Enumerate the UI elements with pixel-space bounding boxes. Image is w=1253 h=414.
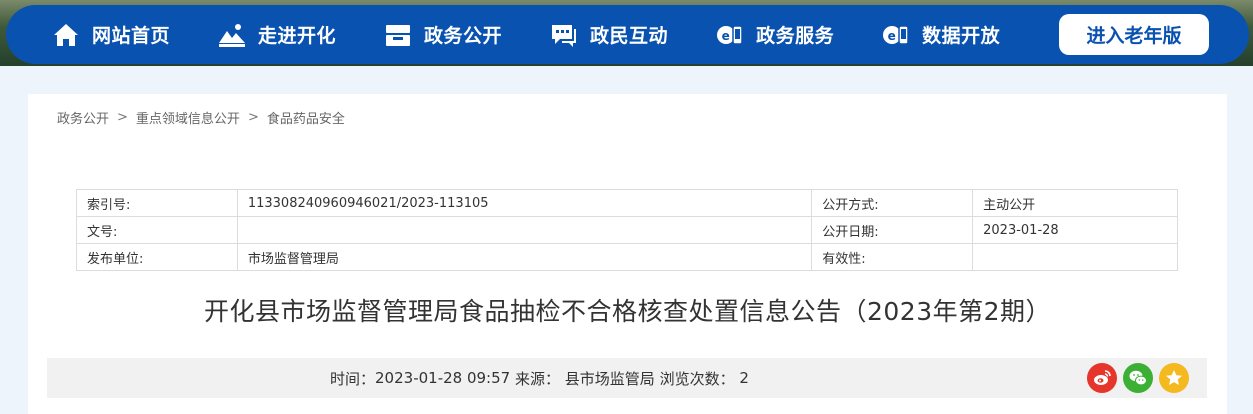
article-info: 时间： 2023-01-28 09:57 来源： 县市场监管局 浏览次数： 2	[330, 358, 749, 398]
meta-key: 公开日期:	[811, 216, 974, 244]
source-label: 来源：	[514, 369, 560, 388]
landscape-icon	[218, 21, 246, 49]
table-row: 发布单位: 市场监督管理局 有效性:	[76, 243, 1178, 271]
meta-value	[972, 243, 1178, 271]
meta-key: 有效性:	[811, 243, 974, 271]
svg-text:e: e	[888, 29, 897, 43]
elder-mode-button[interactable]: 进入老年版	[1059, 14, 1209, 55]
meta-value: 主动公开	[972, 189, 1178, 217]
table-row: 索引号: 113308240960946021/2023-113105 公开方式…	[76, 189, 1178, 217]
content-card: 政务公开 > 重点领域信息公开 > 食品药品安全 索引号: 1133082409…	[28, 94, 1227, 414]
nav-service-label: 政务服务	[756, 25, 835, 47]
favorite-button[interactable]	[1159, 363, 1189, 393]
breadcrumb: 政务公开 > 重点领域信息公开 > 食品药品安全	[57, 108, 345, 127]
meta-value	[236, 216, 813, 244]
source-value: 县市场监管局	[564, 369, 655, 388]
nav-public[interactable]: 政务公开	[384, 5, 502, 64]
share-wechat-button[interactable]	[1123, 363, 1153, 393]
home-icon	[52, 21, 80, 49]
meta-value: 市场监督管理局	[236, 243, 813, 271]
meta-key: 公开方式:	[811, 189, 974, 217]
inbox-icon	[384, 21, 412, 49]
weibo-icon	[1092, 368, 1112, 388]
meta-key: 文号:	[76, 216, 238, 244]
svg-text:e: e	[722, 29, 731, 43]
nav-interaction[interactable]: 政民互动	[550, 5, 668, 64]
metadata-table: 索引号: 113308240960946021/2023-113105 公开方式…	[76, 189, 1178, 271]
nav-home[interactable]: 网站首页	[52, 5, 170, 64]
breadcrumb-separator: >	[247, 110, 259, 125]
nav-data-label: 数据开放	[922, 25, 1001, 47]
nav-interaction-label: 政民互动	[590, 25, 669, 47]
views-value: 2	[739, 369, 749, 387]
views-label: 浏览次数：	[659, 369, 735, 388]
meta-key: 索引号:	[76, 189, 238, 217]
meta-value: 2023-01-28	[972, 216, 1178, 244]
breadcrumb-item-public[interactable]: 政务公开	[57, 108, 109, 127]
share-weibo-button[interactable]	[1087, 363, 1117, 393]
time-label: 时间：	[330, 369, 376, 388]
breadcrumb-item-key-areas[interactable]: 重点领域信息公开	[136, 108, 240, 127]
table-row: 文号: 公开日期: 2023-01-28	[76, 216, 1178, 244]
breadcrumb-item-food-drug[interactable]: 食品药品安全	[267, 108, 345, 127]
data-icon: e	[882, 21, 910, 49]
service-icon: e	[716, 21, 744, 49]
wechat-icon	[1128, 368, 1148, 388]
time-value: 2023-01-28 09:57	[375, 369, 511, 387]
meta-key: 发布单位:	[76, 243, 238, 271]
nav-data[interactable]: e 数据开放	[882, 5, 1000, 64]
nav-about[interactable]: 走进开化	[218, 5, 336, 64]
main-nav: 网站首页 走进开化 政务公开 政民互动 e 政务服务 e 数据开放 进入老年版	[6, 5, 1249, 64]
nav-about-label: 走进开化	[258, 25, 337, 47]
chat-icon	[550, 21, 578, 49]
nav-public-label: 政务公开	[424, 25, 503, 47]
star-icon	[1164, 368, 1184, 388]
nav-service[interactable]: e 政务服务	[716, 5, 834, 64]
article-title: 开化县市场监督管理局食品抽检不合格核查处置信息公告（2023年第2期）	[203, 297, 1052, 326]
breadcrumb-separator: >	[117, 110, 128, 125]
article-info-bar: 时间： 2023-01-28 09:57 来源： 县市场监管局 浏览次数： 2	[47, 358, 1207, 398]
meta-value: 113308240960946021/2023-113105	[236, 189, 813, 217]
nav-home-label: 网站首页	[92, 25, 171, 47]
